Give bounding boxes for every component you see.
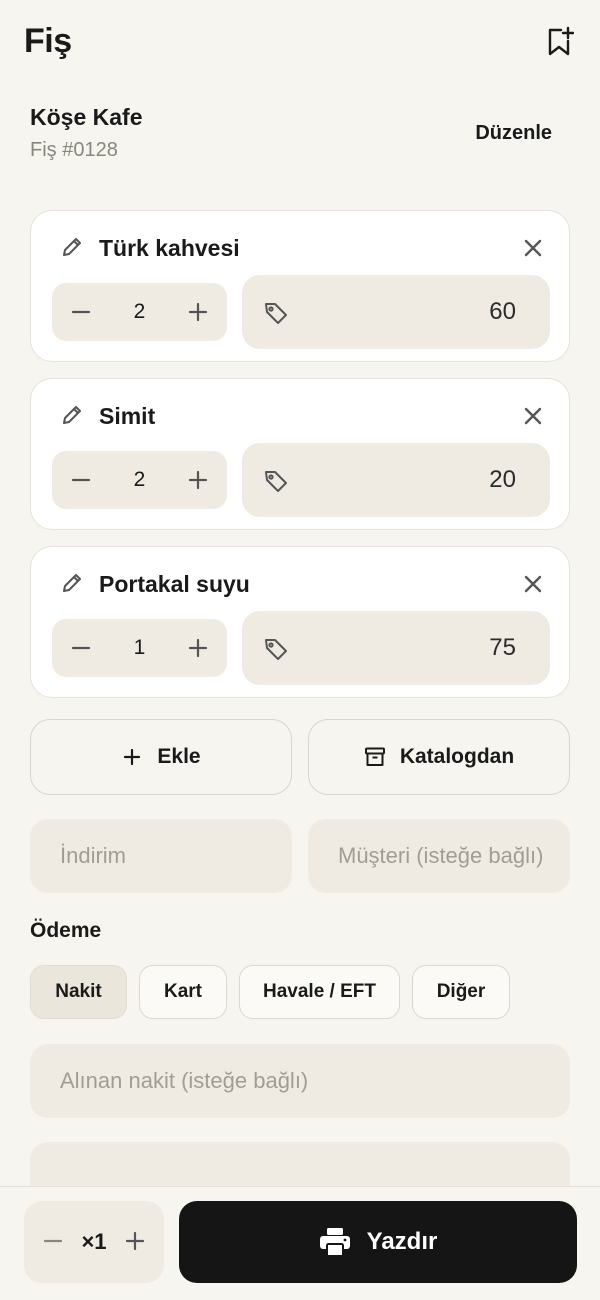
edit-button[interactable]: Düzenle bbox=[475, 122, 552, 145]
item-name: Portakal suyu bbox=[99, 571, 250, 597]
increase-quantity-button[interactable] bbox=[183, 465, 213, 495]
item-card: Türk kahvesi 2 60 bbox=[30, 210, 570, 362]
bottom-bar: ×1 Yazdır bbox=[0, 1186, 600, 1300]
add-item-label: Ekle bbox=[157, 745, 201, 768]
bookmark-add-icon[interactable] bbox=[546, 26, 574, 58]
price-tag-icon bbox=[265, 639, 287, 660]
price-tag-icon bbox=[265, 303, 287, 324]
remove-item-icon[interactable] bbox=[521, 404, 545, 428]
item-name: Türk kahvesi bbox=[99, 235, 240, 261]
page-title: Fiş bbox=[24, 22, 72, 60]
quantity-stepper: 2 bbox=[52, 451, 227, 509]
item-card: Portakal suyu 1 75 bbox=[30, 546, 570, 698]
add-item-button[interactable]: Ekle bbox=[30, 719, 292, 795]
item-name: Simit bbox=[99, 403, 156, 429]
from-catalog-label: Katalogdan bbox=[399, 745, 515, 768]
copies-stepper: ×1 bbox=[24, 1201, 164, 1283]
remove-item-icon[interactable] bbox=[521, 572, 545, 596]
pencil-icon[interactable] bbox=[61, 404, 83, 426]
item-list: Türk kahvesi 2 60 Simit 2 20 Portakal su… bbox=[30, 210, 570, 714]
discount-field[interactable]: İndirim bbox=[30, 819, 292, 893]
pencil-icon[interactable] bbox=[61, 572, 83, 594]
quantity-stepper: 1 bbox=[52, 619, 227, 677]
store-info: Köşe Kafe Fiş #0128 bbox=[30, 104, 142, 162]
increase-copies-button[interactable] bbox=[122, 1228, 148, 1254]
archive-box-icon bbox=[364, 747, 385, 766]
top-bar: Fiş bbox=[24, 22, 576, 66]
payment-method-other[interactable]: Diğer bbox=[412, 965, 510, 1019]
price-field[interactable]: 75 bbox=[242, 611, 550, 685]
payment-section-label: Ödeme bbox=[30, 919, 102, 942]
increase-quantity-button[interactable] bbox=[183, 297, 213, 327]
item-actions: Ekle Katalogdan bbox=[30, 719, 570, 795]
price-value: 60 bbox=[489, 298, 516, 325]
price-field[interactable]: 60 bbox=[242, 275, 550, 349]
price-value: 75 bbox=[489, 634, 516, 661]
price-field[interactable]: 20 bbox=[242, 443, 550, 517]
cash-received-field[interactable]: Alınan nakit (isteğe bağlı) bbox=[30, 1044, 570, 1118]
plus-icon bbox=[124, 748, 141, 766]
pencil-icon[interactable] bbox=[61, 236, 83, 258]
increase-quantity-button[interactable] bbox=[183, 633, 213, 663]
quantity-stepper: 2 bbox=[52, 283, 227, 341]
item-card: Simit 2 20 bbox=[30, 378, 570, 530]
print-label: Yazdır bbox=[366, 1228, 438, 1255]
receipt-number: Fiş #0128 bbox=[30, 139, 118, 161]
print-button[interactable]: Yazdır bbox=[179, 1201, 577, 1283]
payment-method-cash[interactable]: Nakit bbox=[30, 965, 127, 1019]
payment-method-transfer[interactable]: Havale / EFT bbox=[239, 965, 400, 1019]
remove-item-icon[interactable] bbox=[521, 236, 545, 260]
price-tag-icon bbox=[265, 471, 287, 492]
customer-field[interactable]: Müşteri (isteğe bağlı) bbox=[308, 819, 570, 893]
from-catalog-button[interactable]: Katalogdan bbox=[308, 719, 570, 795]
payment-method-card[interactable]: Kart bbox=[139, 965, 227, 1019]
printer-icon bbox=[319, 1228, 350, 1257]
price-value: 20 bbox=[489, 466, 516, 493]
store-name: Köşe Kafe bbox=[30, 104, 143, 130]
